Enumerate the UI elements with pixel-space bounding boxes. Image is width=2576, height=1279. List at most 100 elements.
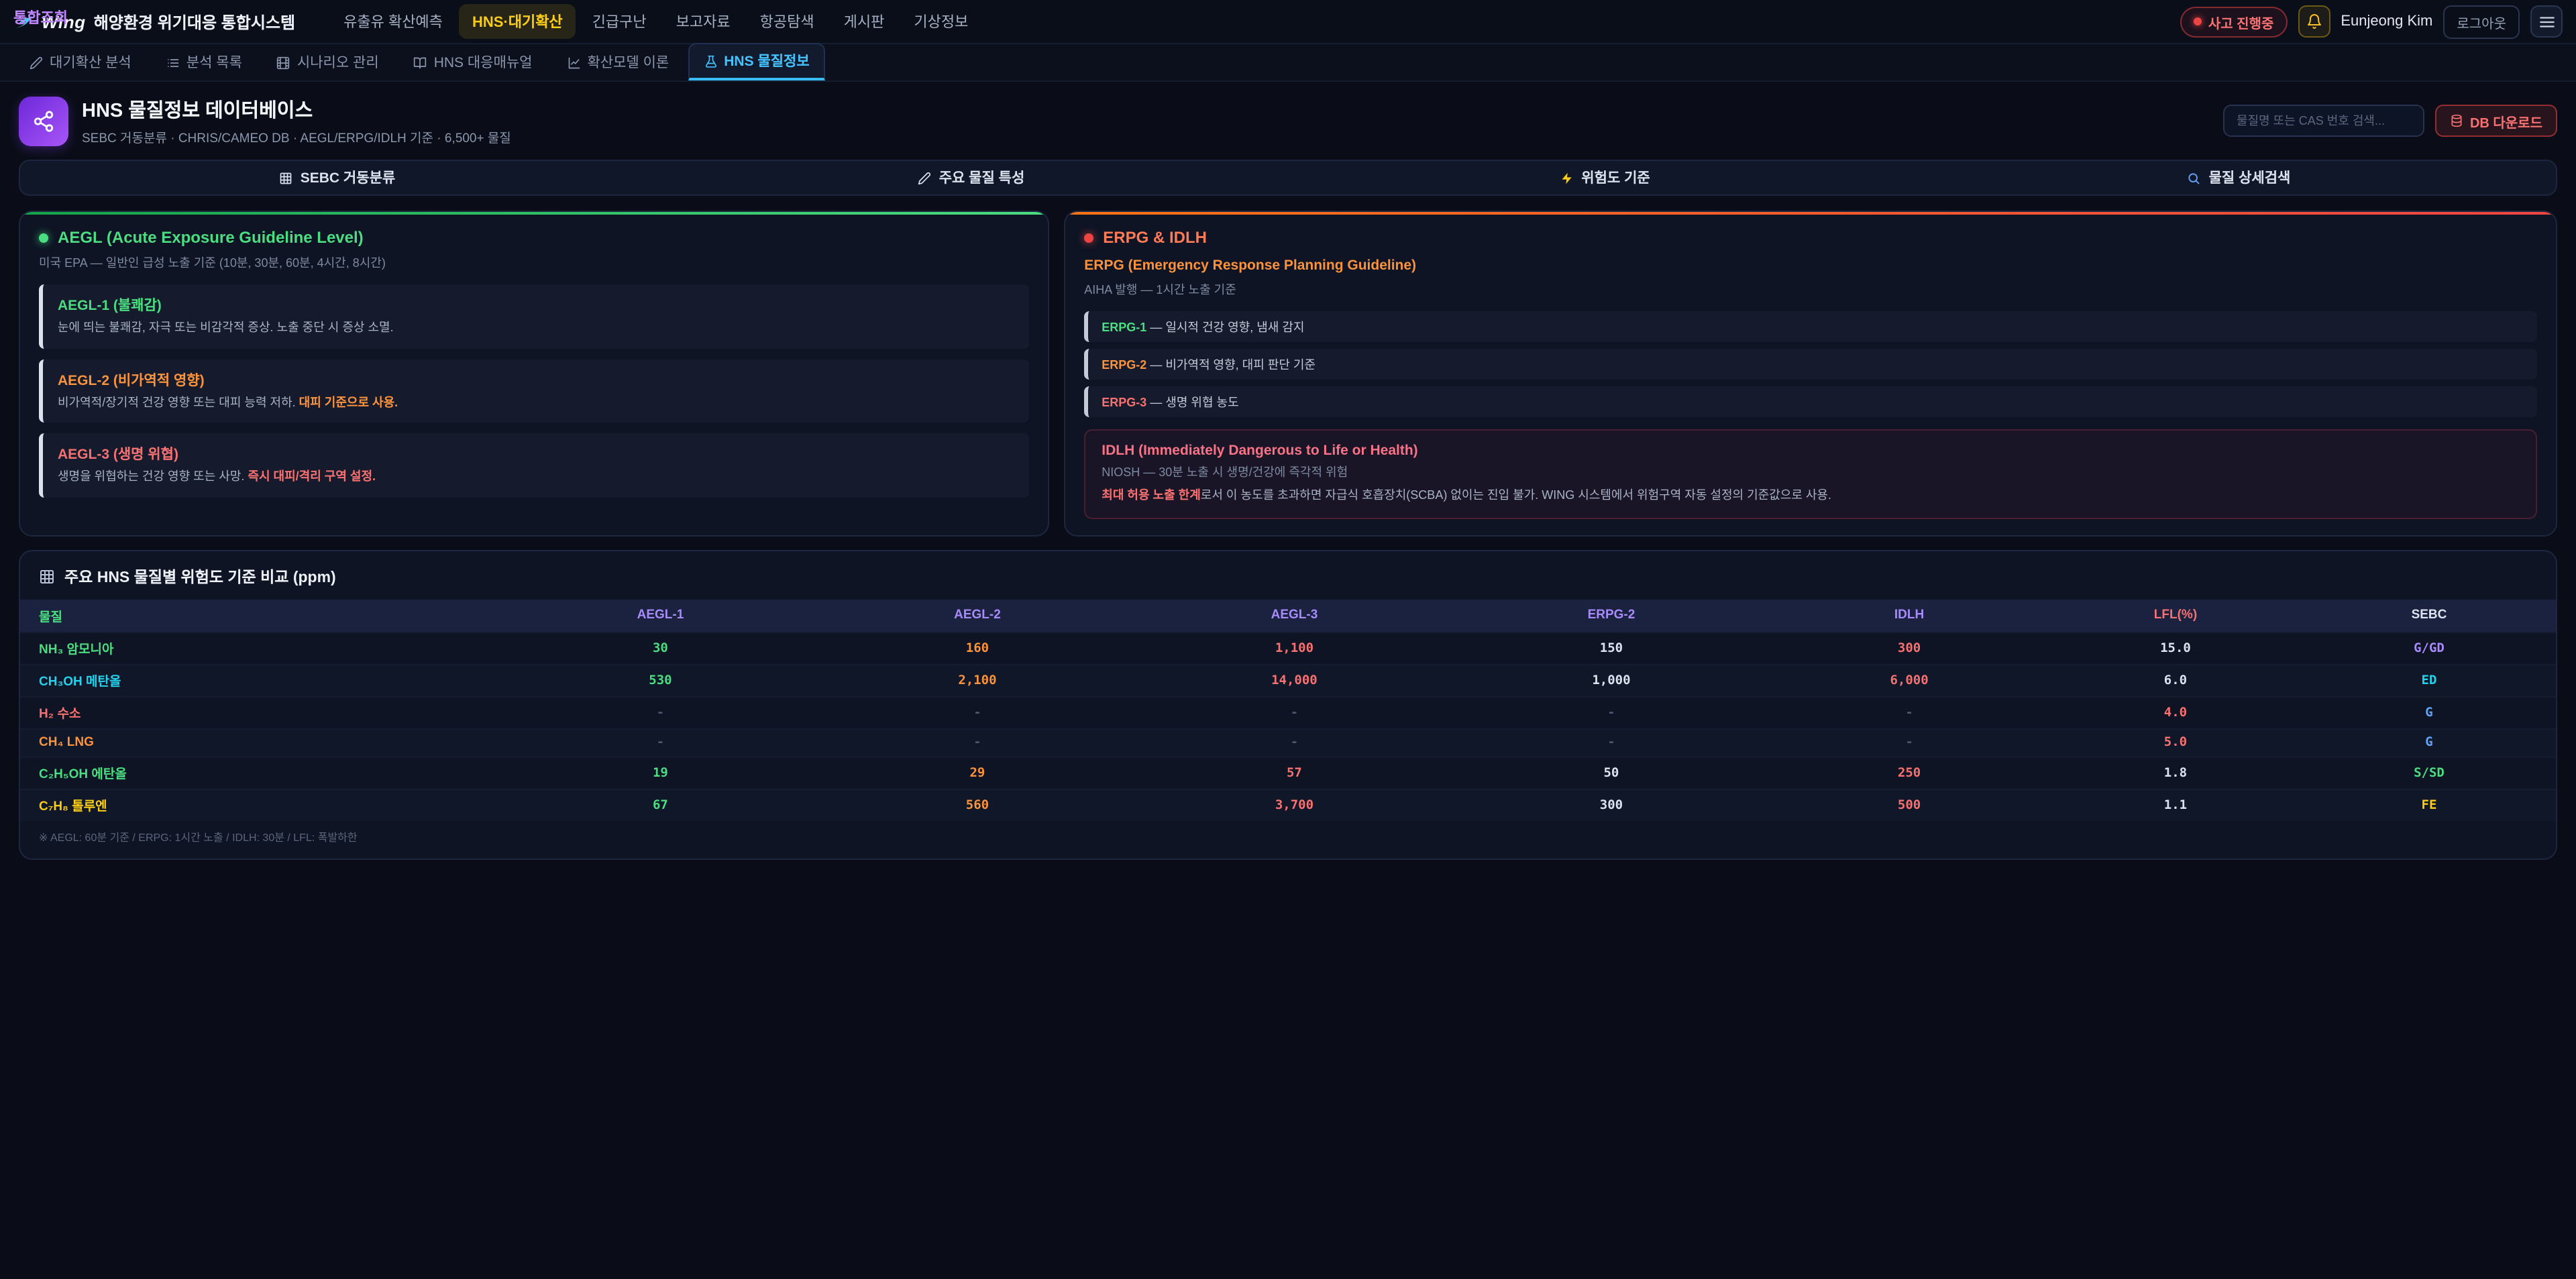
pencil-icon	[30, 56, 43, 69]
erpg-accent-bar	[1065, 212, 2556, 215]
molecule-icon	[19, 96, 68, 146]
value-cell: 6.0	[2049, 664, 2302, 696]
column-header: AEGL-1	[502, 599, 819, 632]
table-title-row: 주요 HNS 물질별 위험도 기준 비교 (ppm)	[20, 551, 2556, 599]
value-cell: 15.0	[2049, 632, 2302, 664]
value-cell: -	[1453, 728, 1770, 757]
db-download-label: DB 다운로드	[2470, 111, 2542, 131]
value-cell: 150	[1453, 632, 1770, 664]
main-nav: 유출유 확산예측HNS·대기확산긴급구난보고자료항공탐색게시판기상정보통합조회	[330, 4, 981, 39]
value-cell: -	[1136, 696, 1453, 728]
value-cell: 2,100	[819, 664, 1136, 696]
idlh-highlight: 최대 허용 노출 한계	[1102, 488, 1201, 502]
table-header-row: 물질AEGL-1AEGL-2AEGL-3ERPG-2IDLHLFL(%)SEBC	[20, 599, 2556, 632]
value-cell: 500	[1770, 789, 2049, 820]
value-cell: 3,700	[1136, 789, 1453, 820]
erpg-level-desc: — 생명 위협 농도	[1146, 396, 1238, 409]
db-download-button[interactable]: DB 다운로드	[2435, 105, 2557, 137]
idlh-description: 최대 허용 노출 한계로서 이 농도를 초과하면 자급식 호흡장치(SCBA) …	[1102, 487, 2520, 505]
aegl-panel-header: AEGL (Acute Exposure Guideline Level)	[39, 228, 1029, 247]
value-cell: 530	[502, 664, 819, 696]
green-dot-icon	[39, 233, 48, 242]
aegl-accent-bar	[20, 212, 1048, 215]
value-cell: 4.0	[2049, 696, 2302, 728]
value-cell: 30	[502, 632, 819, 664]
section-tab-label: 주요 물질 특성	[939, 168, 1025, 188]
value-cell: G/GD	[2302, 632, 2556, 664]
page-subtitle: SEBC 거동분류 · CHRIS/CAMEO DB · AEGL/ERPG/I…	[82, 127, 511, 146]
value-cell: S/SD	[2302, 757, 2556, 789]
value-cell: -	[1770, 696, 2049, 728]
flask-icon	[704, 54, 717, 68]
section-tab-label: 위험도 기준	[1581, 168, 1650, 188]
column-header: IDLH	[1770, 599, 2049, 632]
erpg-level-row: ERPG-3 — 생명 위협 농도	[1084, 386, 2537, 417]
value-cell: -	[502, 728, 819, 757]
bell-icon	[2306, 13, 2322, 30]
tab[interactable]: 대기확산 분석	[13, 44, 148, 80]
aegl-panel-body: AEGL (Acute Exposure Guideline Level) 미국…	[20, 212, 1048, 524]
incident-label: 사고 진행중	[2208, 11, 2274, 32]
tab[interactable]: HNS 물질정보	[688, 43, 825, 80]
tab-label: 분석 목록	[186, 52, 242, 72]
table-body: NH₃ 암모니아301601,10015030015.0G/GDCH₃OH 메탄…	[20, 632, 2556, 820]
aegl-level-highlight: 즉시 대피/격리 구역 설정.	[248, 469, 376, 483]
value-cell: 1.1	[2049, 789, 2302, 820]
value-cell: -	[819, 696, 1136, 728]
database-icon	[2450, 114, 2463, 127]
value-cell: -	[819, 728, 1136, 757]
idlh-subtitle: NIOSH — 30분 노출 시 생명/건강에 즉각적 위험	[1102, 463, 2520, 480]
value-cell: 14,000	[1136, 664, 1453, 696]
film-icon	[277, 56, 290, 69]
table-row: C₇H₈ 톨루엔675603,7003005001.1FE	[20, 789, 2556, 820]
column-header: 물질	[20, 599, 502, 632]
hns-database-page: Wing 해양환경 위기대응 통합시스템 유출유 확산예측HNS·대기확산긴급구…	[0, 0, 2576, 1279]
erpg-subtitle: AIHA 발행 — 1시간 노출 기준	[1084, 280, 2537, 298]
value-cell: 1,000	[1453, 664, 1770, 696]
aegl-panel-title: AEGL (Acute Exposure Guideline Level)	[58, 228, 364, 247]
section-tab[interactable]: 위험도 기준	[1288, 161, 1922, 194]
value-cell: 160	[819, 632, 1136, 664]
chart-icon	[567, 56, 580, 69]
aegl-level-card: AEGL-1 (불쾌감)눈에 띄는 불쾌감, 자극 또는 비감각적 증상. 노출…	[39, 284, 1029, 348]
page-header-left: HNS 물질정보 데이터베이스 SEBC 거동분류 · CHRIS/CAMEO …	[19, 95, 511, 146]
erpg-panel-title: ERPG & IDLH	[1103, 228, 1207, 247]
red-dot-icon	[1084, 233, 1093, 242]
aegl-level-name: AEGL-1 (불쾌감)	[58, 295, 1014, 315]
section-tab[interactable]: SEBC 거동분류	[20, 161, 654, 194]
aegl-levels: AEGL-1 (불쾌감)눈에 띄는 불쾌감, 자극 또는 비감각적 증상. 노출…	[39, 284, 1029, 497]
tab[interactable]: 분석 목록	[150, 44, 258, 80]
aegl-panel: AEGL (Acute Exposure Guideline Level) 미국…	[19, 211, 1049, 536]
substance-search-input[interactable]	[2223, 105, 2424, 137]
column-header: AEGL-2	[819, 599, 1136, 632]
section-tab-label: 물질 상세검색	[2209, 168, 2291, 188]
tab[interactable]: 확산모델 이론	[551, 44, 685, 80]
criteria-panels: AEGL (Acute Exposure Guideline Level) 미국…	[19, 211, 2557, 536]
aegl-level-name: AEGL-2 (비가역적 영향)	[58, 370, 1014, 390]
pencil-icon	[918, 171, 931, 184]
tab[interactable]: HNS 대응매뉴얼	[398, 44, 549, 80]
idlh-box: IDLH (Immediately Dangerous to Life or H…	[1084, 429, 2537, 518]
aegl-level-desc: 비가역적/장기적 건강 영향 또는 대피 능력 저하. 대피 기준으로 사용.	[58, 394, 1014, 412]
list-icon	[166, 56, 180, 69]
incident-dot-icon	[2194, 17, 2202, 25]
table-title: 주요 HNS 물질별 위험도 기준 비교 (ppm)	[64, 565, 336, 587]
value-cell: 5.0	[2049, 728, 2302, 757]
tab[interactable]: 시나리오 관리	[261, 44, 395, 80]
column-header: AEGL-3	[1136, 599, 1453, 632]
value-cell: 300	[1770, 632, 2049, 664]
column-header: LFL(%)	[2049, 599, 2302, 632]
aegl-level-card: AEGL-2 (비가역적 영향) 비가역적/장기적 건강 영향 또는 대피 능력 …	[39, 359, 1029, 423]
table-row: NH₃ 암모니아301601,10015030015.0G/GD	[20, 632, 2556, 664]
aegl-level-desc: 생명을 위협하는 건강 영향 또는 사망. 즉시 대피/격리 구역 설정.	[58, 468, 1014, 486]
erpg-level-desc: — 비가역적 영향, 대피 판단 기준	[1146, 358, 1316, 372]
column-header: SEBC	[2302, 599, 2556, 632]
value-cell: -	[1770, 728, 2049, 757]
nav-item[interactable]: 통합조회	[0, 0, 2576, 13]
hns-comparison-table: 물질AEGL-1AEGL-2AEGL-3ERPG-2IDLHLFL(%)SEBC…	[20, 599, 2556, 820]
section-tab[interactable]: 물질 상세검색	[1922, 161, 2556, 194]
aegl-panel-subtitle: 미국 EPA — 일반인 급성 노출 기준 (10분, 30분, 60분, 4시…	[39, 254, 1029, 271]
tab-label: HNS 물질정보	[724, 51, 809, 71]
section-tab[interactable]: 주요 물질 특성	[654, 161, 1288, 194]
page-header-actions: DB 다운로드	[2223, 105, 2557, 137]
